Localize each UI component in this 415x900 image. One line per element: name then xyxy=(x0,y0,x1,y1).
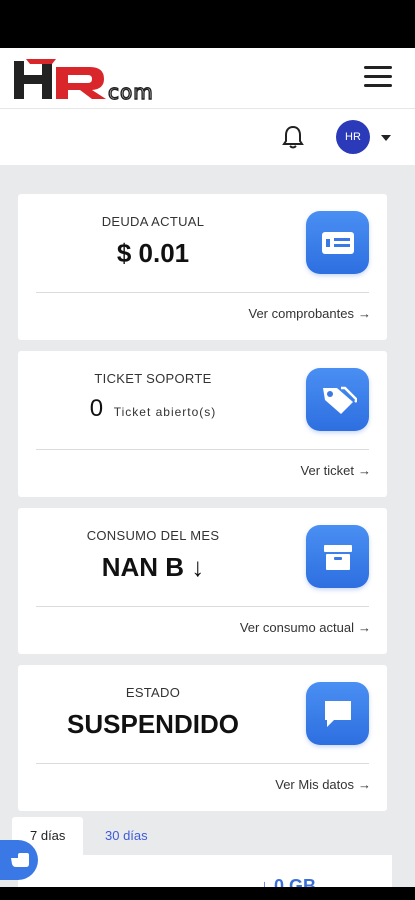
chat-bubble-icon xyxy=(306,682,369,745)
ticket-count-row: 0 Ticket abierto(s) xyxy=(18,395,288,423)
status-bar xyxy=(0,0,415,48)
arrow-down-icon: ↓ xyxy=(191,552,205,582)
arrow-right-icon: → xyxy=(358,777,371,792)
hrcom-logo[interactable]: com xyxy=(12,57,192,105)
bottom-bar xyxy=(0,887,415,900)
arrow-right-icon: → xyxy=(358,620,371,635)
chevron-down-icon[interactable] xyxy=(381,135,391,141)
debt-card: DEUDA ACTUAL $ 0.01 Ver comprobantes → xyxy=(18,194,387,340)
card-label: TICKET SOPORTE xyxy=(94,371,212,386)
arrow-right-icon: → xyxy=(358,306,371,321)
usage-panel xyxy=(18,855,392,890)
tag-icon xyxy=(306,368,369,431)
ticket-count-suffix: Ticket abierto(s) xyxy=(113,405,217,419)
divider xyxy=(36,449,369,450)
divider xyxy=(36,606,369,607)
period-tabs: 7 días 30 días xyxy=(12,817,392,855)
view-my-data-link[interactable]: Ver Mis datos → xyxy=(275,777,371,792)
arrow-right-icon: → xyxy=(358,463,371,478)
archive-box-icon xyxy=(306,525,369,588)
user-avatar[interactable]: HR xyxy=(336,120,370,154)
usage-value: NAN B xyxy=(101,552,185,582)
tab-30-days[interactable]: 30 días xyxy=(87,817,166,855)
link-label: Ver comprobantes xyxy=(248,306,354,321)
divider xyxy=(36,292,369,293)
avatar-initials: HR xyxy=(345,131,361,143)
status-value: SUSPENDIDO xyxy=(67,709,239,739)
link-label: Ver Mis datos xyxy=(275,777,354,792)
view-receipts-link[interactable]: Ver comprobantes → xyxy=(248,306,371,321)
card-label: ESTADO xyxy=(125,685,181,700)
card-label: DEUDA ACTUAL xyxy=(101,214,205,229)
divider xyxy=(36,763,369,764)
support-ticket-card: TICKET SOPORTE 0 Ticket abierto(s) Ver t… xyxy=(18,351,387,497)
link-label: Ver consumo actual xyxy=(239,620,354,635)
status-card: ESTADO SUSPENDIDO Ver Mis datos → xyxy=(18,665,387,811)
svg-text:com: com xyxy=(108,80,154,103)
debt-value: $ 0.01 xyxy=(116,238,190,268)
card-label: CONSUMO DEL MES xyxy=(86,528,220,543)
usage-value-row: NAN B ↓ xyxy=(18,552,288,583)
receipt-icon xyxy=(306,211,369,274)
view-ticket-link[interactable]: Ver ticket → xyxy=(301,463,371,478)
ticket-count: 0 xyxy=(89,395,104,422)
hamburger-menu-icon[interactable] xyxy=(364,66,392,90)
monthly-usage-card: CONSUMO DEL MES NAN B ↓ Ver consumo actu… xyxy=(18,508,387,654)
notification-bell-icon[interactable] xyxy=(281,124,305,150)
link-label: Ver ticket xyxy=(300,463,354,478)
view-current-usage-link[interactable]: Ver consumo actual → xyxy=(240,620,371,635)
